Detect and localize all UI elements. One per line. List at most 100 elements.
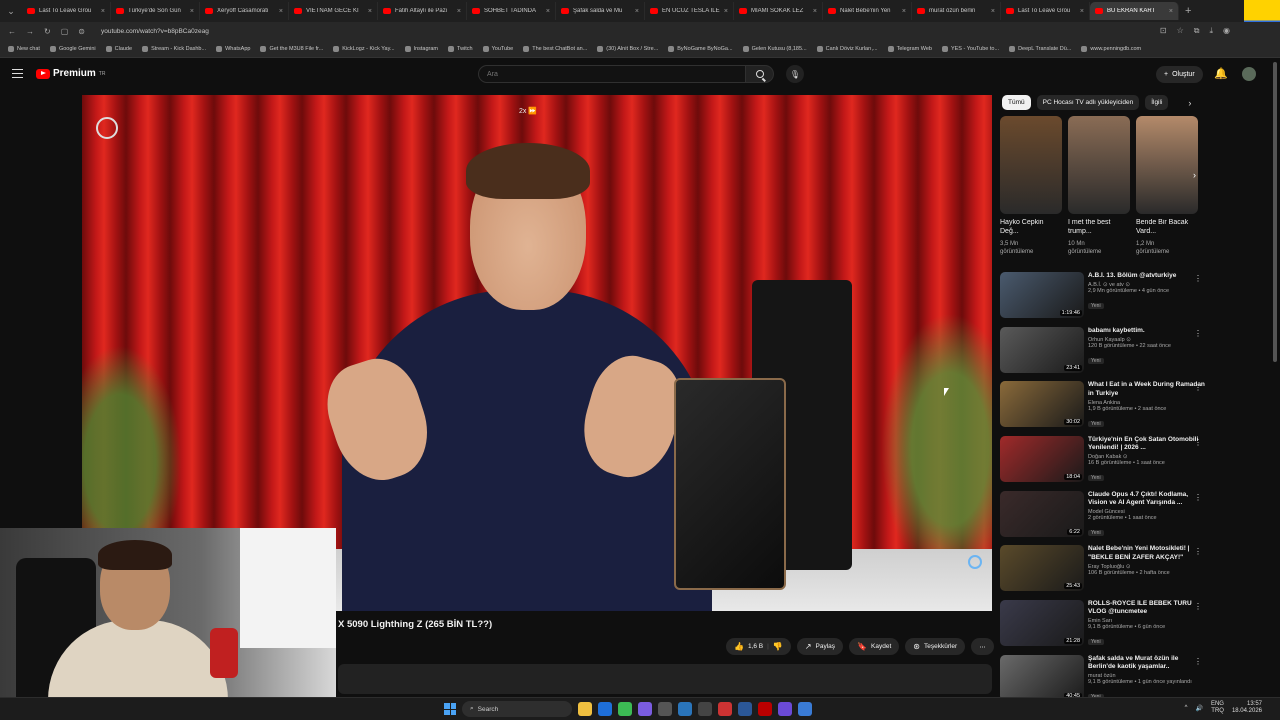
bookmark-item[interactable]: Instagram	[404, 45, 438, 52]
bookmark-item[interactable]: YouTube	[482, 45, 513, 52]
download-icon[interactable]: ⤓	[1209, 26, 1213, 36]
more-vert-icon[interactable]: ⋮	[1194, 657, 1202, 666]
close-tab-icon[interactable]: ×	[724, 8, 728, 15]
short-thumbnail[interactable]	[1136, 116, 1198, 214]
short-thumbnail[interactable]	[1000, 116, 1062, 214]
filter-chip[interactable]: İlgili	[1145, 95, 1169, 110]
bookmark-item[interactable]: ByNoGame ByNoGa...	[668, 45, 733, 52]
recommendation-item[interactable]: 25:43 Nalet Bebe'nin Yeni Motosikleti! | …	[1000, 545, 1206, 599]
close-tab-icon[interactable]: ×	[1080, 8, 1084, 15]
browser-tab[interactable]: Xeryoff Casamorati ×	[200, 2, 289, 20]
short-card[interactable]: I met the best trump... 10 Mn görüntüleme	[1068, 116, 1130, 257]
profile-icon[interactable]: ◉	[1223, 26, 1230, 36]
file-explorer-icon[interactable]	[578, 702, 592, 716]
like-button[interactable]: 👍 1,6 B | 👎	[726, 638, 791, 655]
close-tab-icon[interactable]: ×	[902, 8, 906, 15]
volume-icon[interactable]: 🔊	[1195, 705, 1202, 712]
more-vert-icon[interactable]: ⋮	[1194, 329, 1202, 338]
save-button[interactable]: 🔖 Kaydet	[849, 638, 900, 655]
recommendation-title[interactable]: Claude Opus 4.7 Çıktı! Kodlama, Vision v…	[1088, 491, 1206, 507]
recommendation-item[interactable]: 21:28 ROLLS-ROYCE İLE BEBEK TURU VLOG @tu…	[1000, 600, 1206, 654]
bookmark-item[interactable]: The best ChatBot an...	[523, 45, 587, 52]
youtube-logo[interactable]: Premium TR	[36, 68, 105, 79]
bookmark-item[interactable]: Gelen Kutusu (8,185...	[742, 45, 807, 52]
browser-tab[interactable]: murat özün berlin ×	[912, 2, 1001, 20]
browser-tab[interactable]: EN UCUZ TESLA İLE ×	[645, 2, 734, 20]
recommendation-thumbnail[interactable]: 18:04	[1000, 436, 1084, 483]
taskbar-search[interactable]: ⌕ Search	[462, 701, 572, 717]
url-field[interactable]: youtube.com/watch?v=b8pBCa0zeag	[101, 28, 209, 35]
forward-icon[interactable]: →	[26, 27, 34, 36]
site-info-icon[interactable]: ⊜	[78, 27, 85, 36]
sidepanel-icon[interactable]: ▢	[61, 27, 69, 36]
voice-search-icon[interactable]: 🎙	[786, 65, 804, 83]
terminal-icon[interactable]	[658, 702, 672, 716]
steam-icon[interactable]	[678, 702, 692, 716]
bookmark-star-icon[interactable]: ☆	[1177, 26, 1184, 36]
discord-icon[interactable]	[638, 702, 652, 716]
more-vert-icon[interactable]: ⋮	[1194, 383, 1202, 392]
recommendation-item[interactable]: 18:04 Türkiye'nin En Çok Satan Otomobili …	[1000, 436, 1206, 490]
channel-watermark-icon[interactable]	[96, 117, 118, 139]
more-vert-icon[interactable]: ⋮	[1194, 493, 1202, 502]
bookmark-item[interactable]: Stream - Kick Dashb...	[142, 45, 206, 52]
recommendation-title[interactable]: Nalet Bebe'nin Yeni Motosikleti! | "BEKL…	[1088, 545, 1206, 561]
recommendation-title[interactable]: Şafak salda ve Murat özün ile Berlin'de …	[1088, 655, 1206, 671]
more-actions-button[interactable]: ⋯	[971, 638, 994, 655]
recommendation-title[interactable]: ROLLS-ROYCE İLE BEBEK TURU VLOG @tuncmet…	[1088, 600, 1206, 616]
extensions-icon[interactable]: ⧉	[1194, 26, 1200, 36]
app-red-icon[interactable]	[718, 702, 732, 716]
obs-icon[interactable]	[698, 702, 712, 716]
reload-icon[interactable]: ↻	[44, 27, 51, 36]
bookmark-item[interactable]: Get the M3U8 File fr...	[260, 45, 323, 52]
recommendation-thumbnail[interactable]: 6:22	[1000, 490, 1084, 537]
thumbs-down-icon[interactable]: 👎	[773, 642, 783, 651]
bookmark-item[interactable]: Twitch	[448, 45, 473, 52]
app-purple-icon[interactable]	[778, 702, 792, 716]
bookmark-item[interactable]: Google Gemini	[49, 45, 96, 52]
recommendation-thumbnail[interactable]: 21:28	[1000, 600, 1084, 647]
app-blue-icon[interactable]	[738, 702, 752, 716]
browser-tab[interactable]: Last To Leave Grou ×	[22, 2, 111, 20]
recommendation-item[interactable]: 1:19:46 A.B.İ. 13. Bölüm @atvturkiye A.B.İ…	[1000, 272, 1206, 326]
thanks-button[interactable]: ⊛ Teşekkürler	[905, 638, 966, 655]
filter-chip[interactable]: Tümü	[1002, 95, 1031, 110]
browser-tab[interactable]: Last To Leave Grou ×	[1001, 2, 1090, 20]
bookmark-item[interactable]: New chat	[8, 45, 40, 52]
close-tab-icon[interactable]: ×	[991, 8, 995, 15]
more-vert-icon[interactable]: ⋮	[1194, 274, 1202, 283]
close-tab-icon[interactable]: ×	[635, 8, 639, 15]
recommendation-thumbnail[interactable]: 30:02	[1000, 381, 1084, 428]
close-tab-icon[interactable]: ×	[368, 8, 372, 15]
install-icon[interactable]: ⊡	[1160, 26, 1167, 36]
filter-chip[interactable]: PC Hocası TV adlı yükleyiciden	[1036, 95, 1140, 110]
notifications-icon[interactable]: 🔔	[1214, 67, 1228, 80]
browser-tab[interactable]: SOHBET TADINDA ×	[467, 2, 556, 20]
recommendation-thumbnail[interactable]: 40:45	[1000, 654, 1084, 701]
windows-start-icon[interactable]	[444, 703, 456, 715]
more-vert-icon[interactable]: ⋮	[1194, 438, 1202, 447]
description-box[interactable]	[338, 664, 992, 694]
tab-search-icon[interactable]: ⌄	[0, 0, 22, 22]
chrome-icon[interactable]	[618, 702, 632, 716]
bookmark-item[interactable]: Canlı Döviz Kurları,...	[816, 45, 878, 52]
browser-tab[interactable]: Fatih Altaylı ile Pazı ×	[378, 2, 467, 20]
back-icon[interactable]: ←	[8, 27, 16, 36]
recommendation-thumbnail[interactable]: 25:43	[1000, 545, 1084, 592]
browser-tab[interactable]: Nalet Bebe'nin Yen ×	[823, 2, 912, 20]
scrollbar-thumb[interactable]	[1273, 62, 1277, 362]
close-tab-icon[interactable]: ×	[1169, 8, 1173, 15]
new-tab-button[interactable]: +	[1185, 5, 1191, 17]
shorts-next-arrow-icon[interactable]: ›	[1193, 170, 1196, 180]
bookmark-item[interactable]: Telegram Web	[887, 45, 932, 52]
close-tab-icon[interactable]: ×	[190, 8, 194, 15]
close-tab-icon[interactable]: ×	[546, 8, 550, 15]
menu-icon[interactable]	[12, 69, 23, 78]
close-tab-icon[interactable]: ×	[101, 8, 105, 15]
browser-tab[interactable]: BU EKRAN KART ×	[1090, 2, 1179, 20]
create-button[interactable]: + Oluştur	[1156, 66, 1203, 83]
short-thumbnail[interactable]	[1068, 116, 1130, 214]
browser-tab[interactable]: VIETNAM GECE KI ×	[289, 2, 378, 20]
recommendation-title[interactable]: Türkiye'nin En Çok Satan Otomobili Yenil…	[1088, 436, 1206, 452]
account-avatar[interactable]	[1242, 67, 1256, 81]
